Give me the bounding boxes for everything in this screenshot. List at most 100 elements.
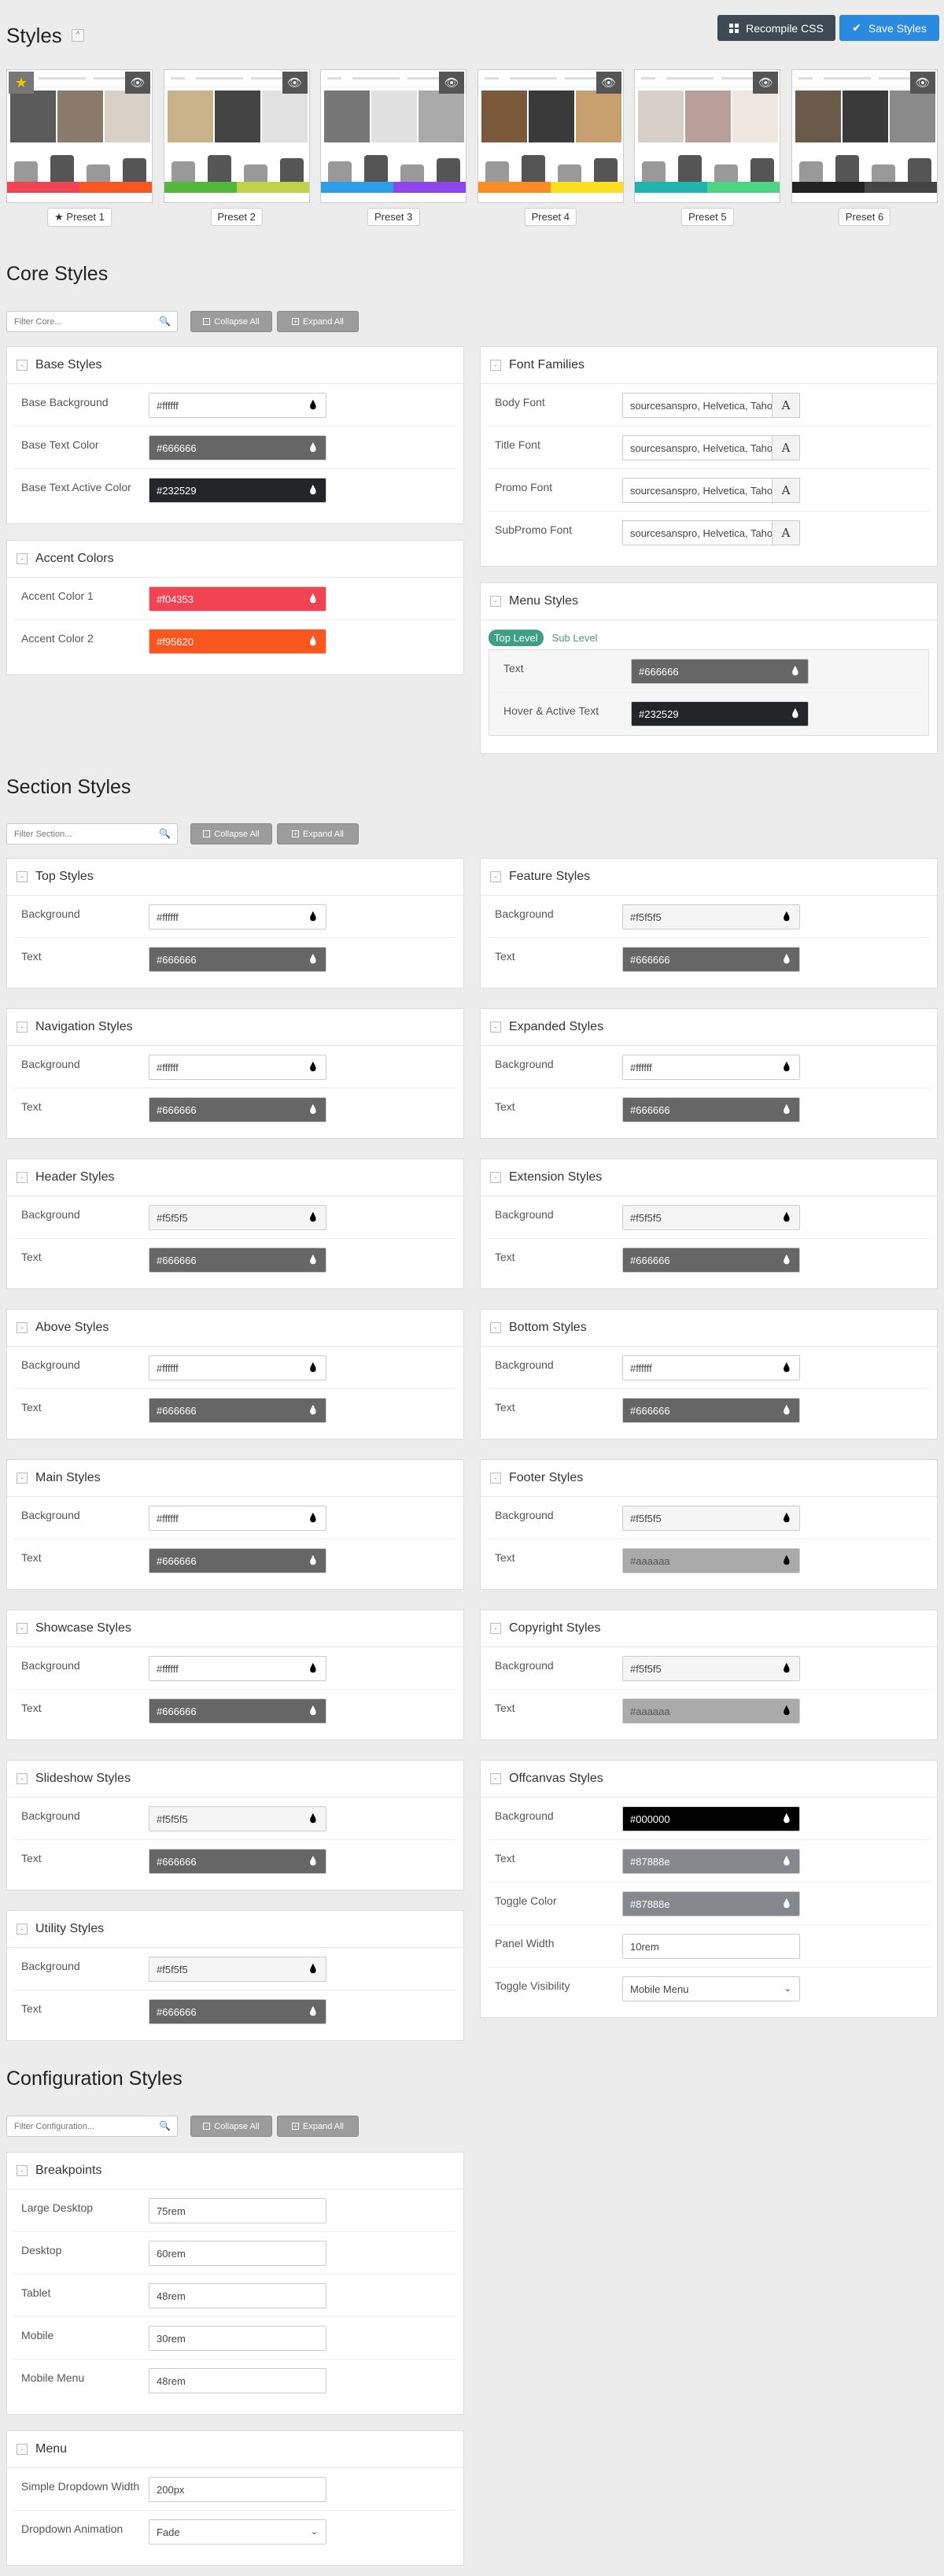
droplet-icon[interactable]: 💧 bbox=[781, 1663, 792, 1673]
color-picker-input[interactable]: #aaaaaa 💧 bbox=[622, 1548, 800, 1573]
card-header[interactable]: - Top Styles bbox=[7, 859, 463, 896]
eye-icon[interactable]: 👁 bbox=[439, 72, 465, 94]
collapse-toggle-icon[interactable]: - bbox=[490, 1473, 501, 1484]
text-input[interactable]: 200px bbox=[149, 2477, 326, 2502]
collapse-toggle-icon[interactable]: - bbox=[17, 1022, 28, 1033]
save-styles-button[interactable]: ✔ Save Styles bbox=[839, 15, 939, 41]
section-expand-all-button[interactable]: + Expand All bbox=[277, 823, 359, 844]
preset-thumbnail[interactable]: 👁 ★ bbox=[6, 69, 153, 203]
color-picker-input[interactable]: #f5f5f5 💧 bbox=[622, 1205, 800, 1230]
droplet-icon[interactable]: 💧 bbox=[308, 1405, 319, 1415]
card-header[interactable]: - Copyright Styles bbox=[481, 1610, 937, 1647]
preset-card[interactable]: 👁 Preset 3 bbox=[320, 69, 467, 228]
droplet-icon[interactable]: 💧 bbox=[781, 1362, 792, 1373]
color-picker-input[interactable]: #f5f5f5 💧 bbox=[622, 1656, 800, 1681]
preset-label[interactable]: ★ Preset 1 bbox=[47, 208, 112, 227]
preset-card[interactable]: 👁 Preset 6 bbox=[791, 69, 938, 228]
preset-card[interactable]: 👁 Preset 4 bbox=[477, 69, 624, 228]
core-filter-input[interactable] bbox=[7, 312, 149, 331]
eye-icon[interactable]: 👁 bbox=[282, 72, 308, 94]
droplet-icon[interactable]: 💧 bbox=[781, 911, 792, 922]
card-header[interactable]: - Bottom Styles bbox=[481, 1310, 937, 1347]
eye-icon[interactable]: 👁 bbox=[910, 72, 935, 94]
color-picker-input[interactable]: #f5f5f5 💧 bbox=[149, 1806, 326, 1831]
droplet-icon[interactable]: 💧 bbox=[308, 2006, 319, 2016]
collapse-toggle-icon[interactable]: - bbox=[17, 553, 28, 564]
recompile-css-button[interactable]: Recompile CSS bbox=[717, 15, 835, 41]
config-expand-all-button[interactable]: + Expand All bbox=[277, 2116, 359, 2137]
droplet-icon[interactable]: 💧 bbox=[308, 1062, 319, 1072]
font-picker-icon[interactable]: A bbox=[772, 393, 800, 418]
preset-card[interactable]: 👁 Preset 5 bbox=[634, 69, 781, 228]
droplet-icon[interactable]: 💧 bbox=[781, 1212, 792, 1222]
droplet-icon[interactable]: 💧 bbox=[308, 1104, 319, 1114]
droplet-icon[interactable]: 💧 bbox=[308, 485, 319, 495]
color-picker-input[interactable]: #aaaaaa 💧 bbox=[622, 1698, 800, 1724]
collapse-toggle-icon[interactable]: - bbox=[490, 1322, 501, 1333]
select-input[interactable]: Fade ⌄ bbox=[149, 2519, 326, 2545]
collapse-toggle-icon[interactable]: - bbox=[490, 1022, 501, 1033]
preset-thumbnail[interactable]: 👁 bbox=[791, 69, 938, 203]
color-picker-input[interactable]: #f5f5f5 💧 bbox=[149, 1205, 326, 1230]
font-family-input[interactable]: sourcesanspro, Helvetica, Tahoma A bbox=[622, 435, 800, 460]
font-family-input[interactable]: sourcesanspro, Helvetica, Tahoma A bbox=[622, 520, 800, 545]
card-header[interactable]: - Menu Styles bbox=[481, 583, 937, 620]
droplet-icon[interactable]: 💧 bbox=[790, 666, 801, 676]
collapse-toggle-icon[interactable]: - bbox=[490, 871, 501, 882]
droplet-icon[interactable]: 💧 bbox=[781, 1898, 792, 1909]
preset-label[interactable]: Preset 5 bbox=[681, 208, 734, 226]
color-picker-input[interactable]: #ffffff 💧 bbox=[622, 1055, 800, 1080]
color-picker-input[interactable]: #666666 💧 bbox=[149, 1247, 326, 1273]
text-input[interactable]: 30rem bbox=[149, 2326, 326, 2351]
droplet-icon[interactable]: 💧 bbox=[308, 593, 319, 604]
eye-icon[interactable]: 👁 bbox=[596, 72, 621, 94]
card-header[interactable]: - Menu bbox=[7, 2431, 463, 2468]
collapse-toggle-icon[interactable]: - bbox=[17, 1473, 28, 1484]
droplet-icon[interactable]: 💧 bbox=[781, 1255, 792, 1265]
droplet-icon[interactable]: 💧 bbox=[781, 1104, 792, 1114]
droplet-icon[interactable]: 💧 bbox=[308, 636, 319, 646]
card-header[interactable]: - Offcanvas Styles bbox=[481, 1761, 937, 1798]
droplet-icon[interactable]: 💧 bbox=[308, 911, 319, 922]
collapse-toggle-icon[interactable]: - bbox=[17, 1924, 28, 1935]
color-picker-input[interactable]: #f5f5f5 💧 bbox=[622, 1506, 800, 1531]
collapse-toggle-icon[interactable]: - bbox=[17, 1322, 28, 1333]
color-picker-input[interactable]: #666666 💧 bbox=[149, 1548, 326, 1573]
color-picker-input[interactable]: #232529 💧 bbox=[149, 478, 326, 503]
preset-thumbnail[interactable]: 👁 bbox=[634, 69, 781, 203]
color-picker-input[interactable]: #87888e 💧 bbox=[622, 1849, 800, 1874]
card-header[interactable]: - Feature Styles bbox=[481, 859, 937, 896]
droplet-icon[interactable]: 💧 bbox=[781, 1062, 792, 1072]
preset-thumbnail[interactable]: 👁 bbox=[477, 69, 624, 203]
droplet-icon[interactable]: 💧 bbox=[781, 1856, 792, 1866]
configuration-filter[interactable]: 🔍 bbox=[6, 2116, 178, 2137]
card-header[interactable]: - Main Styles bbox=[7, 1460, 463, 1497]
droplet-icon[interactable]: 💧 bbox=[308, 1212, 319, 1222]
droplet-icon[interactable]: 💧 bbox=[308, 400, 319, 410]
font-value[interactable]: sourcesanspro, Helvetica, Tahoma bbox=[622, 478, 772, 503]
color-picker-input[interactable]: #666666 💧 bbox=[622, 947, 800, 972]
droplet-icon[interactable]: 💧 bbox=[781, 1405, 792, 1415]
card-header[interactable]: - Navigation Styles bbox=[7, 1009, 463, 1046]
card-header[interactable]: - Slideshow Styles bbox=[7, 1761, 463, 1798]
collapse-styles-icon[interactable]: ^ bbox=[72, 29, 84, 42]
color-picker-input[interactable]: #ffffff 💧 bbox=[149, 1055, 326, 1080]
text-input[interactable]: 75rem bbox=[149, 2198, 326, 2223]
droplet-icon[interactable]: 💧 bbox=[781, 1513, 792, 1523]
card-header[interactable]: - Breakpoints bbox=[7, 2153, 463, 2190]
color-picker-input[interactable]: #f5f5f5 💧 bbox=[622, 904, 800, 930]
color-picker-input[interactable]: #ffffff 💧 bbox=[149, 1506, 326, 1531]
droplet-icon[interactable]: 💧 bbox=[308, 1555, 319, 1565]
text-input[interactable]: 60rem bbox=[149, 2241, 326, 2266]
droplet-icon[interactable]: 💧 bbox=[308, 1362, 319, 1373]
color-picker-input[interactable]: #232529 💧 bbox=[631, 701, 809, 726]
card-header[interactable]: - Base Styles bbox=[7, 347, 463, 384]
preset-label[interactable]: Preset 4 bbox=[524, 208, 577, 226]
card-header[interactable]: - Above Styles bbox=[7, 1310, 463, 1347]
card-header[interactable]: - Header Styles bbox=[7, 1159, 463, 1196]
eye-icon[interactable]: 👁 bbox=[125, 72, 150, 94]
color-picker-input[interactable]: #f04353 💧 bbox=[149, 586, 326, 612]
collapse-toggle-icon[interactable]: - bbox=[490, 596, 501, 607]
font-family-input[interactable]: sourcesanspro, Helvetica, Tahoma A bbox=[622, 393, 800, 418]
droplet-icon[interactable]: 💧 bbox=[308, 1856, 319, 1866]
